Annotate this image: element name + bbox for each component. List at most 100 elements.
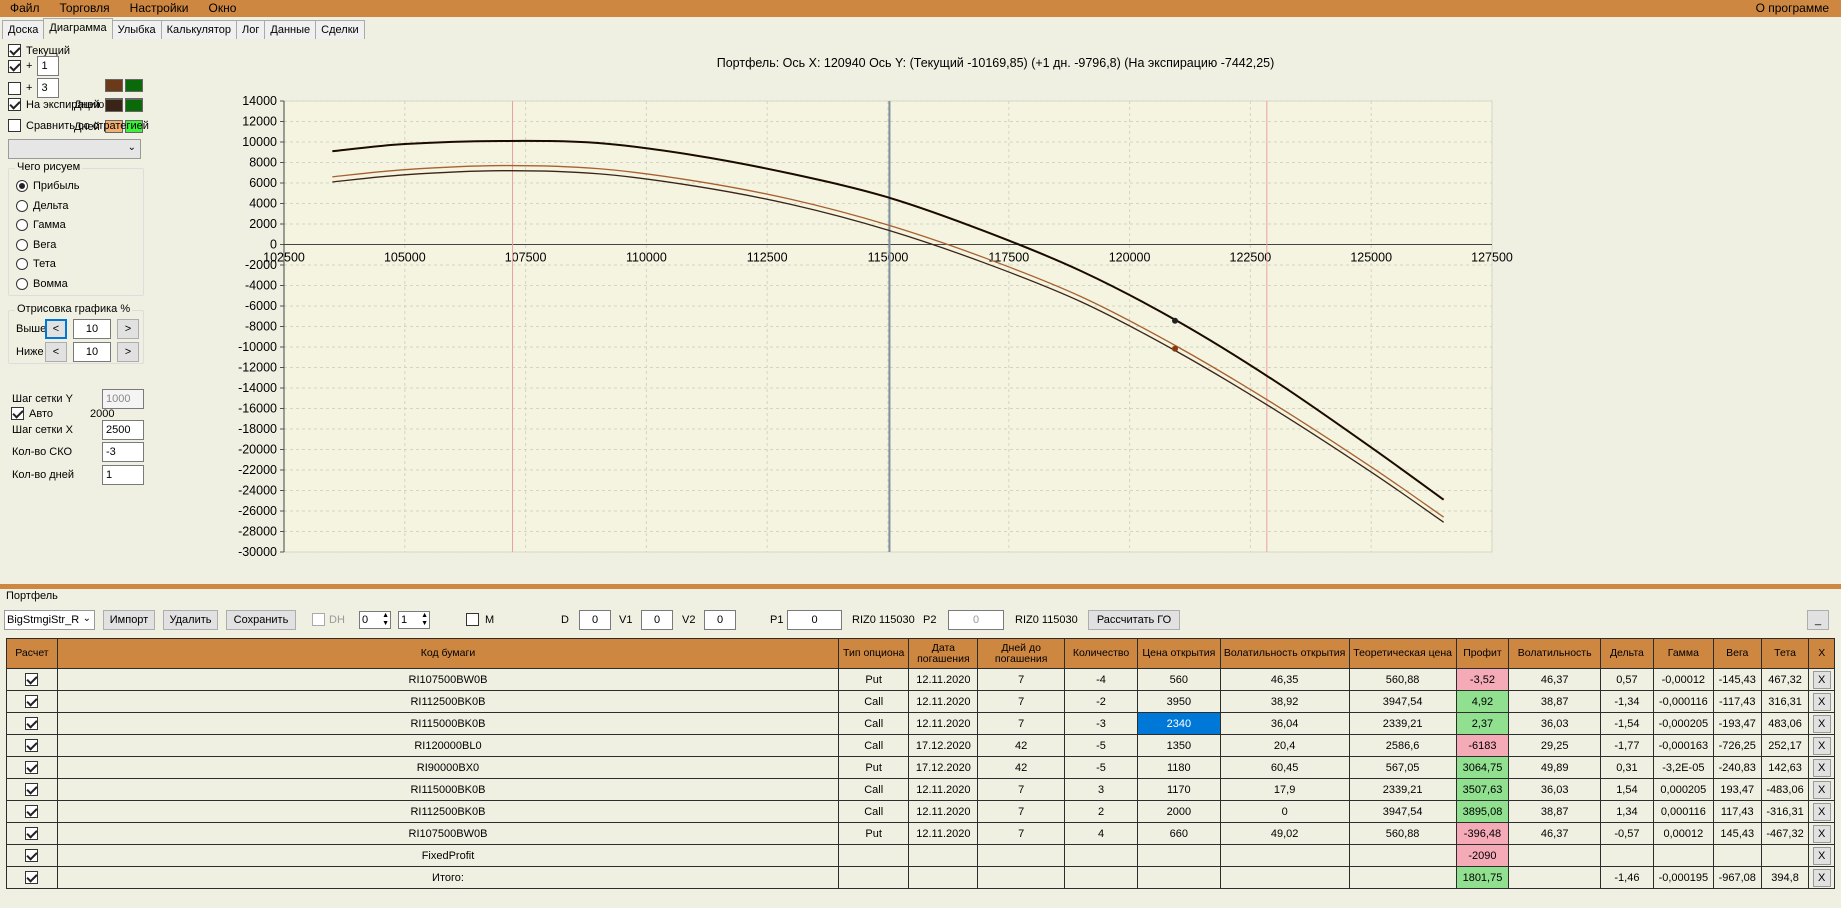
qty-cell[interactable]: -4 <box>1063 668 1139 691</box>
vol-cell[interactable]: 38,87 <box>1508 690 1601 713</box>
theo-cell[interactable]: 560,88 <box>1348 668 1457 691</box>
calc-checkbox[interactable] <box>25 761 39 774</box>
vega-cell[interactable]: -117,43 <box>1712 690 1762 713</box>
vega-cell[interactable]: 193,47 <box>1712 778 1762 801</box>
vega-cell[interactable]: -240,83 <box>1712 756 1762 779</box>
code-cell[interactable]: RI115000BK0B <box>56 712 840 735</box>
code-cell[interactable]: RI107500BW0B <box>56 822 840 845</box>
qty-cell[interactable] <box>1063 866 1139 889</box>
type-cell[interactable]: Call <box>838 734 910 757</box>
qty-cell[interactable]: -5 <box>1063 734 1139 757</box>
vol-open-cell[interactable]: 46,35 <box>1219 668 1350 691</box>
date-cell[interactable]: 12.11.2020 <box>908 800 979 823</box>
qty-cell[interactable]: -5 <box>1063 756 1139 779</box>
vega-cell[interactable]: 117,43 <box>1712 800 1762 823</box>
calc-checkbox[interactable] <box>25 805 39 818</box>
col-theta[interactable]: Тета <box>1760 638 1810 669</box>
qty-cell[interactable]: 2 <box>1063 800 1139 823</box>
table-row[interactable]: RI112500BK0B Call 12.11.2020 7 -2 3950 38,92 39… <box>6 690 1835 713</box>
price-cell[interactable]: 3950 <box>1137 690 1221 713</box>
delta-cell[interactable]: 0,31 <box>1599 756 1654 779</box>
delta-cell[interactable]: -1,54 <box>1599 712 1654 735</box>
vega-cell[interactable] <box>1712 844 1762 867</box>
type-cell[interactable]: Call <box>838 778 910 801</box>
vol-cell[interactable]: 36,03 <box>1508 778 1601 801</box>
gamma-cell[interactable] <box>1652 844 1714 867</box>
delete-row-button[interactable]: X <box>1812 758 1831 777</box>
theta-cell[interactable]: 142,63 <box>1760 756 1810 779</box>
col-vega[interactable]: Вега <box>1712 638 1762 669</box>
theo-cell[interactable]: 2586,6 <box>1348 734 1457 757</box>
save-button[interactable]: Сохранить <box>226 610 296 630</box>
price-cell[interactable]: 1170 <box>1137 778 1221 801</box>
delete-row-button[interactable]: X <box>1812 868 1831 887</box>
dh-checkbox[interactable] <box>312 613 325 626</box>
dh-stepper-2[interactable]: 1 ▲ ▼ <box>398 611 430 629</box>
type-cell[interactable]: Call <box>838 690 910 713</box>
strategy-dropdown[interactable]: BigStmgiStr_R ⌄ <box>4 610 95 630</box>
vega-cell[interactable]: -145,43 <box>1712 668 1762 691</box>
col-price[interactable]: Цена открытия <box>1137 638 1221 669</box>
type-cell[interactable] <box>838 844 910 867</box>
import-button[interactable]: Импорт <box>103 610 155 630</box>
calc-checkbox[interactable] <box>25 739 39 752</box>
col-code[interactable]: Код бумаги <box>56 638 840 669</box>
v1-input[interactable]: 0 <box>641 610 673 630</box>
type-cell[interactable] <box>838 866 910 889</box>
profit-cell[interactable]: 1801,75 <box>1455 866 1510 889</box>
col-profit[interactable]: Профит <box>1455 638 1510 669</box>
qty-cell[interactable] <box>1063 844 1139 867</box>
col-vol-open[interactable]: Волатильность открытия <box>1219 638 1350 669</box>
vol-cell[interactable]: 49,89 <box>1508 756 1601 779</box>
profit-cell[interactable]: -2090 <box>1455 844 1510 867</box>
price-cell[interactable] <box>1137 866 1221 889</box>
vol-cell[interactable]: 46,37 <box>1508 822 1601 845</box>
type-cell[interactable]: Call <box>838 800 910 823</box>
table-row[interactable]: RI115000BK0B Call 12.11.2020 7 3 1170 17,9 2339… <box>6 778 1835 801</box>
table-row[interactable]: Итого: 1801,75 -1,46 -0,000195 -967,08 394,8 X <box>6 866 1835 889</box>
gamma-cell[interactable]: 0,000116 <box>1652 800 1714 823</box>
vol-open-cell[interactable]: 17,9 <box>1219 778 1350 801</box>
calc-checkbox[interactable] <box>25 871 39 884</box>
payoff-chart[interactable]: 102500 105000 107500 110000 112500 115000 1175… <box>0 0 1841 584</box>
date-cell[interactable] <box>908 844 979 867</box>
qty-cell[interactable]: 3 <box>1063 778 1139 801</box>
col-vol[interactable]: Волатильность <box>1508 638 1601 669</box>
price-cell[interactable]: 660 <box>1137 822 1221 845</box>
price-cell[interactable]: 2340 <box>1137 712 1221 735</box>
profit-cell[interactable]: 3507,63 <box>1455 778 1510 801</box>
col-theo[interactable]: Теоретическая цена <box>1348 638 1457 669</box>
gamma-cell[interactable]: -3,2E-05 <box>1652 756 1714 779</box>
delta-cell[interactable]: -1,34 <box>1599 690 1654 713</box>
table-row[interactable]: RI115000BK0B Call 12.11.2020 7 -3 2340 36,04 23… <box>6 712 1835 735</box>
type-cell[interactable]: Put <box>838 756 910 779</box>
delete-row-button[interactable]: X <box>1812 846 1831 865</box>
gamma-cell[interactable]: 0,00012 <box>1652 822 1714 845</box>
gamma-cell[interactable]: -0,000195 <box>1652 866 1714 889</box>
price-cell[interactable] <box>1137 844 1221 867</box>
vol-cell[interactable] <box>1508 866 1601 889</box>
calc-checkbox[interactable] <box>25 717 39 730</box>
theta-cell[interactable]: 316,31 <box>1760 690 1810 713</box>
delete-row-button[interactable]: X <box>1812 670 1831 689</box>
vol-cell[interactable]: 46,37 <box>1508 668 1601 691</box>
days-cell[interactable] <box>977 866 1065 889</box>
minimize-button[interactable]: _ <box>1807 610 1829 630</box>
dh-stepper-1[interactable]: 0 ▲ ▼ <box>359 611 391 629</box>
vol-open-cell[interactable]: 60,45 <box>1219 756 1350 779</box>
vol-cell[interactable]: 36,03 <box>1508 712 1601 735</box>
vol-open-cell[interactable]: 0 <box>1219 800 1350 823</box>
theo-cell[interactable]: 3947,54 <box>1348 690 1457 713</box>
delete-row-button[interactable]: X <box>1812 736 1831 755</box>
vol-cell[interactable]: 38,87 <box>1508 800 1601 823</box>
code-cell[interactable]: RI112500BK0B <box>56 800 840 823</box>
days-cell[interactable]: 42 <box>977 734 1065 757</box>
theta-cell[interactable]: 252,17 <box>1760 734 1810 757</box>
days-cell[interactable]: 7 <box>977 668 1065 691</box>
col-gamma[interactable]: Гамма <box>1652 638 1714 669</box>
col-days[interactable]: Дней до погашения <box>977 638 1065 669</box>
delete-row-button[interactable]: X <box>1812 824 1831 843</box>
table-row[interactable]: RI112500BK0B Call 12.11.2020 7 2 2000 0 3947,54… <box>6 800 1835 823</box>
code-cell[interactable]: RI120000BL0 <box>56 734 840 757</box>
date-cell[interactable]: 12.11.2020 <box>908 668 979 691</box>
